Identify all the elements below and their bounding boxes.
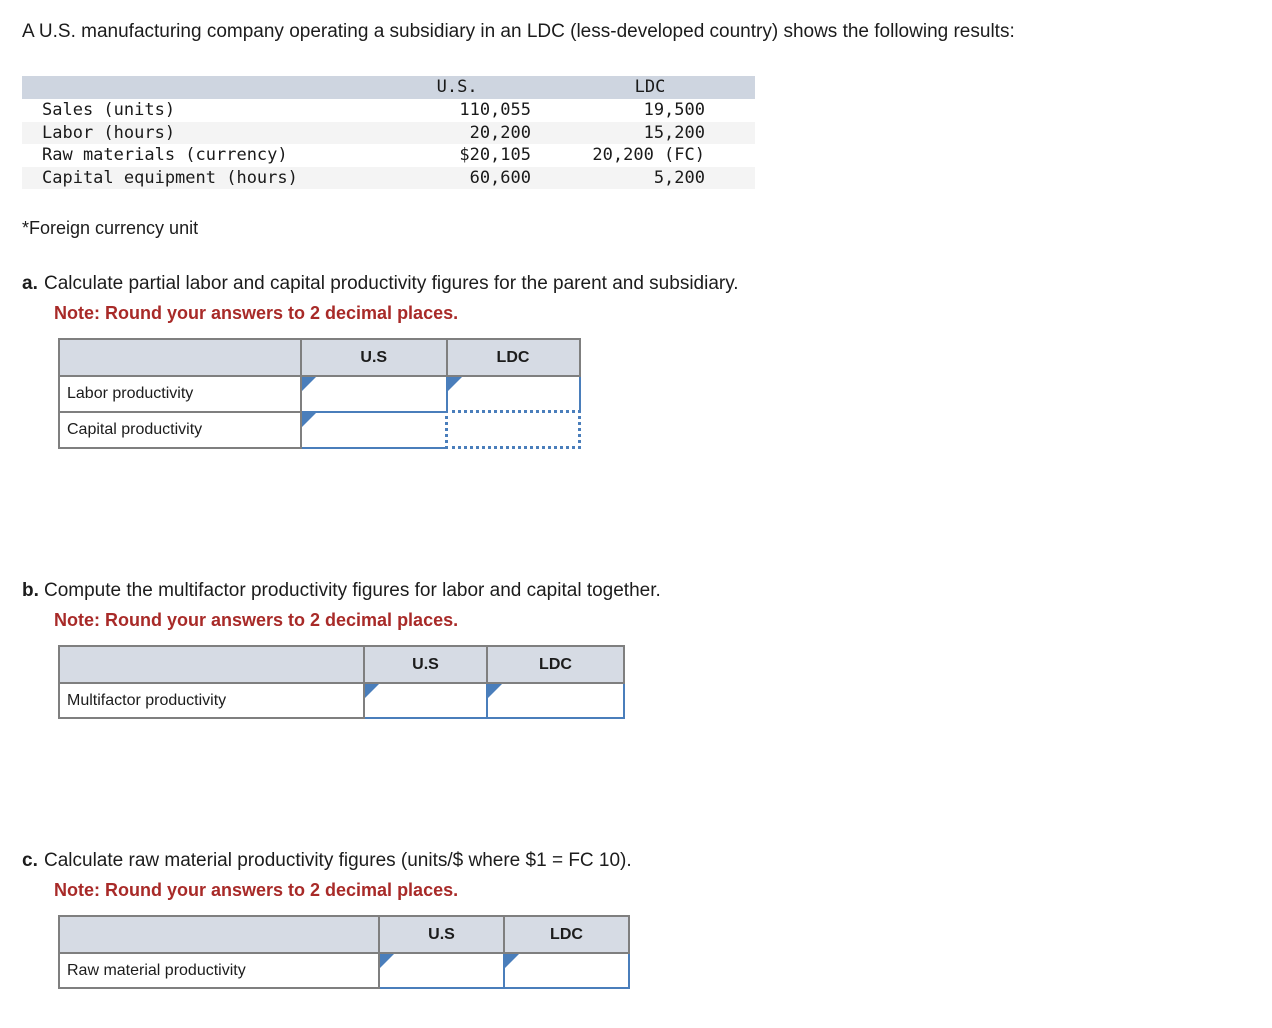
answer-a-row-label-labor: Labor productivity xyxy=(58,375,302,413)
question-c-letter: c. xyxy=(22,850,38,871)
input-raw-material-productivity-us[interactable] xyxy=(378,952,505,989)
given-header-blank xyxy=(22,76,369,99)
answer-c-row-label-rawmaterial: Raw material productivity xyxy=(58,952,380,989)
foreign-currency-footnote: *Foreign currency unit xyxy=(22,218,199,238)
input-multifactor-productivity-ldc[interactable] xyxy=(486,682,625,719)
answer-table-a: U.S LDC Labor productivity Capital produ… xyxy=(58,338,581,449)
problem-statement: A U.S. manufacturing company operating a… xyxy=(22,21,1015,42)
question-c-body: Calculate raw material productivity figu… xyxy=(44,850,632,871)
question-c: c. Calculate raw material productivity fi… xyxy=(22,848,632,989)
given-table-header-row: U.S. LDC xyxy=(22,76,755,99)
given-row-label: Labor (hours) xyxy=(42,122,176,143)
question-a-text: a. Calculate partial labor and capital pr… xyxy=(22,271,739,297)
input-multifactor-productivity-us[interactable] xyxy=(363,682,488,719)
given-row-us: $20,105 xyxy=(459,145,531,165)
answer-a-header-blank xyxy=(58,338,302,377)
cell-corner-triangle-icon xyxy=(380,954,394,968)
input-field[interactable] xyxy=(447,377,579,410)
table-row: Raw material productivity xyxy=(58,952,630,989)
given-data-table: U.S. LDC Sales (units) 110,055 19,500 La… xyxy=(22,76,755,189)
question-b-note: Note: Round your answers to 2 decimal pl… xyxy=(54,610,459,630)
answer-table-c: U.S LDC Raw material productivity xyxy=(58,915,630,989)
question-a-body: Calculate partial labor and capital prod… xyxy=(44,273,739,294)
answer-b-row-label-multifactor: Multifactor productivity xyxy=(58,682,365,719)
cell-corner-triangle-icon xyxy=(488,684,502,698)
input-capital-productivity-ldc[interactable] xyxy=(445,410,581,449)
answer-table-b-header-row: U.S LDC xyxy=(58,645,625,684)
answer-table-c-header-row: U.S LDC xyxy=(58,915,630,954)
input-field[interactable] xyxy=(302,377,446,411)
given-row-us: 60,600 xyxy=(469,167,531,188)
answer-table-b: U.S LDC Multifactor productivity xyxy=(58,645,625,719)
table-row: Raw materials (currency) $20,105 20,200 … xyxy=(22,144,755,167)
given-row-label: Sales (units) xyxy=(42,100,176,120)
answer-table-a-header-row: U.S LDC xyxy=(58,338,581,377)
question-b-body: Compute the multifactor productivity fig… xyxy=(44,580,661,601)
input-field[interactable] xyxy=(380,954,503,987)
question-c-note: Note: Round your answers to 2 decimal pl… xyxy=(54,880,459,900)
cell-corner-triangle-icon xyxy=(365,684,379,698)
given-row-us: 20,200 xyxy=(469,122,531,143)
question-b-text: b. Compute the multifactor productivity f… xyxy=(22,578,661,604)
question-a: a. Calculate partial labor and capital pr… xyxy=(22,271,739,449)
input-field[interactable] xyxy=(488,684,623,717)
input-labor-productivity-ldc[interactable] xyxy=(445,375,581,413)
given-header-us: U.S. xyxy=(436,77,478,97)
table-row: Capital equipment (hours) 60,600 5,200 xyxy=(22,166,755,189)
table-row: Capital productivity xyxy=(58,410,581,449)
table-row: Labor (hours) 20,200 15,200 xyxy=(22,121,755,144)
input-raw-material-productivity-ldc[interactable] xyxy=(503,952,630,989)
given-row-ldc: 20,200 (FC) xyxy=(592,145,705,165)
input-labor-productivity-us[interactable] xyxy=(300,375,448,413)
given-row-us: 110,055 xyxy=(459,100,531,120)
given-row-ldc: 19,500 xyxy=(643,100,705,120)
given-header-ldc: LDC xyxy=(634,77,666,97)
question-b: b. Compute the multifactor productivity f… xyxy=(22,578,661,719)
answer-a-row-label-capital: Capital productivity xyxy=(58,410,302,449)
question-b-letter: b. xyxy=(22,580,39,601)
cell-corner-triangle-icon xyxy=(302,377,316,391)
given-row-label: Raw materials (currency) xyxy=(42,145,288,165)
table-row: Sales (units) 110,055 19,500 xyxy=(22,99,755,122)
table-row: Multifactor productivity xyxy=(58,682,625,719)
answer-b-header-ldc: LDC xyxy=(486,645,625,684)
question-a-letter: a. xyxy=(22,273,38,294)
question-a-note: Note: Round your answers to 2 decimal pl… xyxy=(54,303,459,323)
answer-a-header-ldc: LDC xyxy=(445,338,581,377)
given-row-ldc: 15,200 xyxy=(643,122,705,143)
given-row-ldc: 5,200 xyxy=(653,167,705,188)
answer-a-header-us: U.S xyxy=(300,338,448,377)
answer-b-header-blank xyxy=(58,645,365,684)
input-field[interactable] xyxy=(302,412,445,447)
answer-c-header-ldc: LDC xyxy=(503,915,630,954)
cell-corner-triangle-icon xyxy=(447,377,462,391)
answer-c-header-us: U.S xyxy=(378,915,505,954)
cell-corner-triangle-icon xyxy=(302,412,316,427)
input-field[interactable] xyxy=(448,413,578,446)
input-field[interactable] xyxy=(505,954,628,987)
answer-c-header-blank xyxy=(58,915,380,954)
question-c-text: c. Calculate raw material productivity fi… xyxy=(22,848,632,874)
cell-corner-triangle-icon xyxy=(505,954,519,968)
given-row-label: Capital equipment (hours) xyxy=(42,167,298,188)
input-capital-productivity-us[interactable] xyxy=(300,410,448,449)
table-row: Labor productivity xyxy=(58,375,581,413)
answer-b-header-us: U.S xyxy=(363,645,488,684)
input-field[interactable] xyxy=(365,684,486,717)
